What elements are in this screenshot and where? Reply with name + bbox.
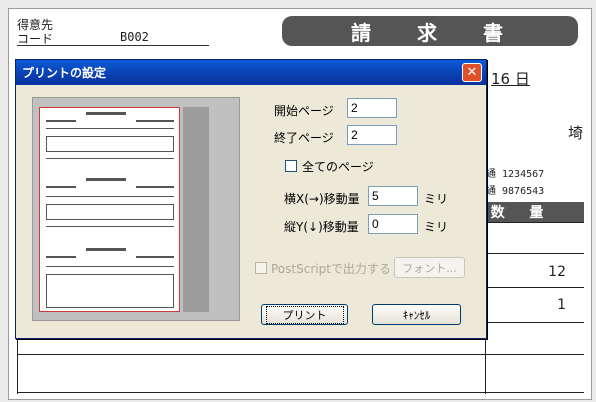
font-button-label: フォント... — [402, 261, 457, 275]
header-band-extension — [558, 202, 584, 222]
contact-number-1: 通 1234567 — [486, 169, 545, 180]
preview-graphic — [46, 226, 174, 227]
print-button[interactable]: プリント — [261, 304, 348, 325]
table-divider — [486, 253, 584, 254]
postscript-label: PostScriptで出力する — [271, 262, 391, 276]
cancel-button[interactable]: ｷｬﾝｾﾙ — [372, 304, 461, 325]
customer-code-value: B002 — [120, 30, 149, 44]
dialog-title-bar[interactable]: プリントの設定 — [16, 60, 486, 85]
preview-graphic — [86, 178, 126, 181]
customer-label-line2: コード — [17, 32, 54, 46]
preview-graphic — [46, 128, 174, 129]
preview-page-shadow — [183, 107, 209, 312]
preview-graphic — [46, 204, 174, 220]
preview-graphic — [46, 186, 76, 188]
invoice-date: 16 日 — [491, 70, 530, 88]
table-divider — [17, 392, 584, 393]
contact-number-2: 通 9876543 — [486, 186, 545, 197]
start-page-input[interactable]: 2 — [347, 98, 397, 118]
preview-graphic — [46, 266, 174, 267]
end-page-input[interactable]: 2 — [347, 125, 397, 145]
table-divider — [486, 287, 584, 288]
preview-graphic — [136, 120, 174, 122]
invoice-title: 請求書 — [282, 16, 578, 46]
preview-graphic — [46, 274, 174, 308]
dialog-title: プリントの設定 — [22, 66, 107, 80]
preview-graphic — [136, 186, 174, 188]
print-button-label: プリント — [265, 305, 344, 324]
all-pages-checkbox[interactable] — [285, 160, 297, 172]
print-settings-dialog: プリントの設定 ✕ 開始ページ 2 終了ページ 2 全てのページ 横X(→)移動… — [15, 59, 487, 339]
offset-x-label: 横X(→)移動量 — [284, 192, 360, 206]
address-fragment: 埼 — [568, 124, 584, 142]
close-icon: ✕ — [466, 65, 478, 80]
preview-graphic — [136, 256, 174, 258]
preview-graphic — [46, 158, 174, 159]
font-button[interactable]: フォント... — [394, 257, 465, 278]
customer-underline — [17, 45, 209, 46]
preview-graphic — [86, 248, 126, 251]
postscript-checkbox[interactable] — [255, 262, 267, 274]
offset-y-label: 縦Y(↓)移動量 — [284, 220, 359, 234]
offset-x-input[interactable]: 5 — [368, 186, 418, 206]
customer-code-label: 得意先 コード — [17, 18, 53, 46]
table-divider — [486, 222, 584, 223]
preview-graphic — [46, 120, 76, 122]
offset-y-unit: ミリ — [424, 220, 449, 234]
preview-page — [39, 107, 180, 312]
preview-graphic — [46, 256, 76, 258]
offset-x-unit: ミリ — [424, 192, 449, 206]
offset-y-input[interactable]: 0 — [368, 214, 418, 234]
preview-graphic — [46, 196, 174, 197]
quantity-column-header: 数 量 — [486, 202, 558, 222]
table-divider — [17, 338, 18, 394]
customer-label-line1: 得意先 — [17, 18, 54, 32]
cancel-button-label: ｷｬﾝｾﾙ — [402, 308, 431, 322]
start-page-label: 開始ページ — [274, 104, 334, 118]
quantity-cell: 1 — [557, 297, 566, 313]
table-divider — [17, 354, 584, 355]
contact-numbers: 通 1234567 通 9876543 — [486, 166, 544, 200]
print-preview — [32, 97, 240, 321]
end-page-label: 終了ページ — [274, 131, 334, 145]
preview-graphic — [46, 136, 174, 152]
table-divider — [486, 322, 584, 323]
all-pages-label[interactable]: 全てのページ — [302, 158, 374, 175]
preview-graphic — [86, 112, 126, 115]
quantity-cell: 12 — [548, 264, 566, 280]
close-button[interactable]: ✕ — [462, 63, 482, 82]
